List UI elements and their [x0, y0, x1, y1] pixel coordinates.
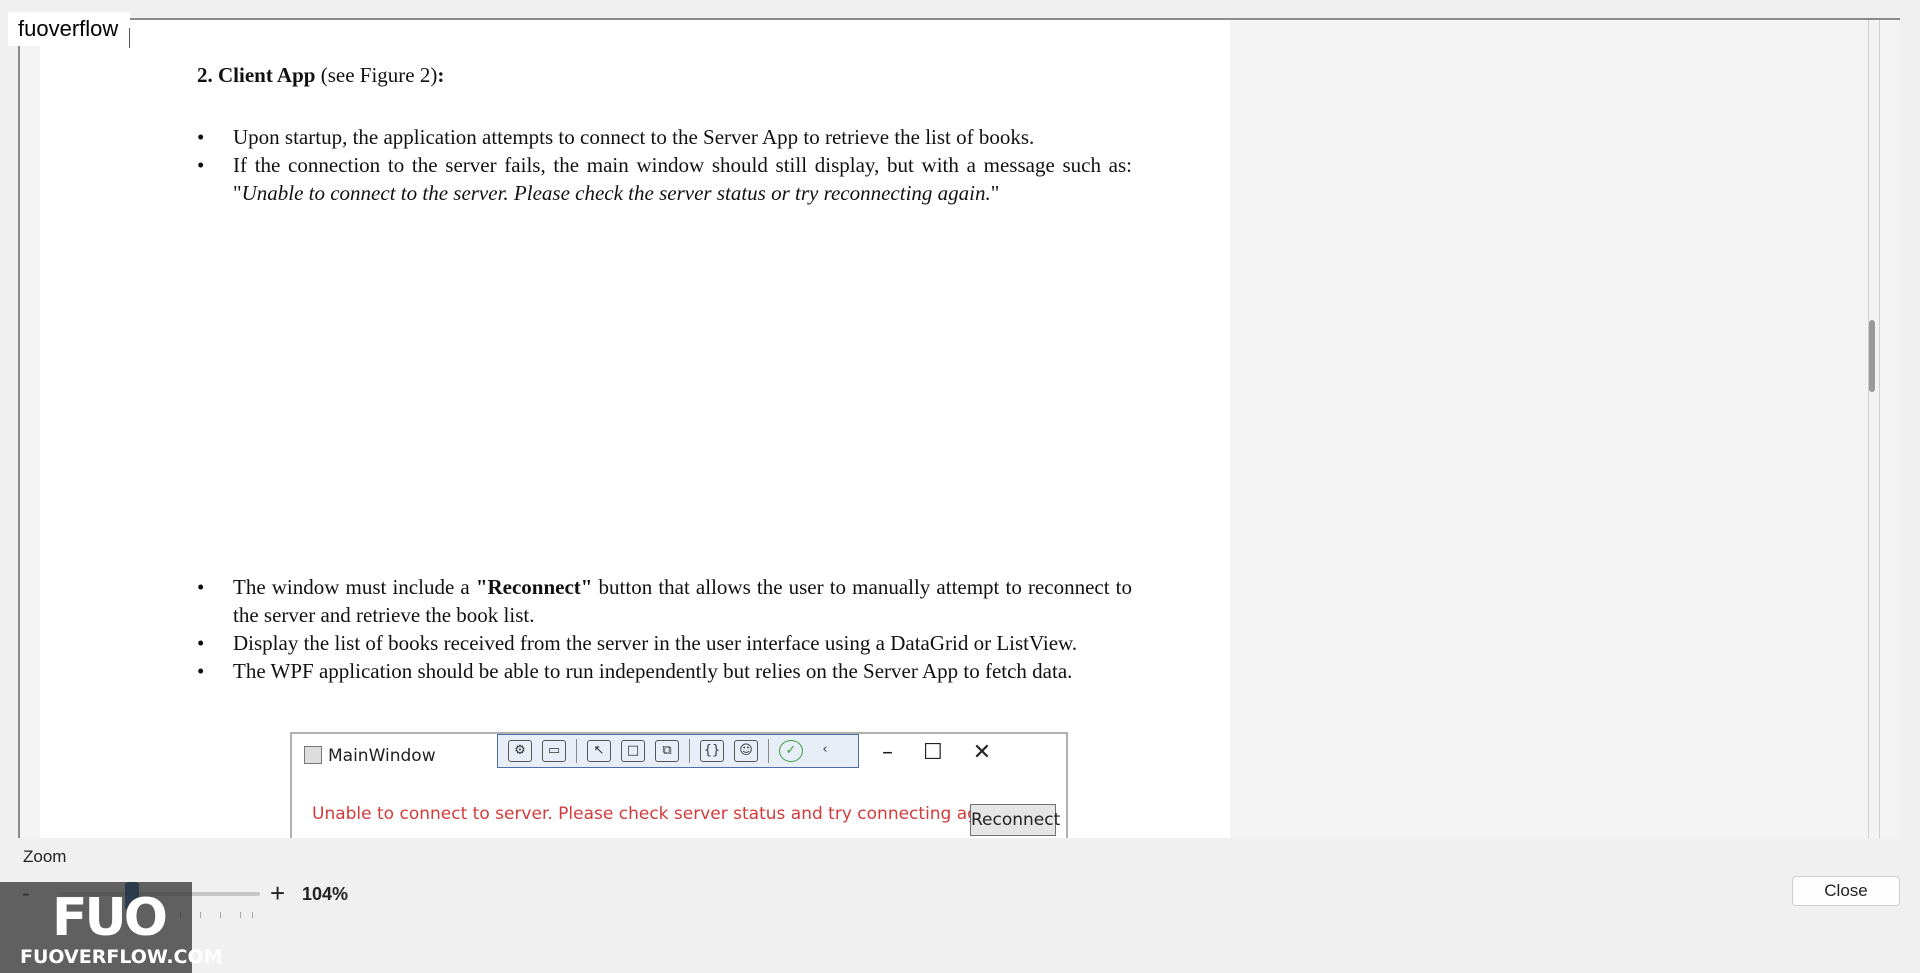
vertical-scrollbar[interactable]	[1868, 20, 1880, 838]
bullet-item: Display the list of books received from …	[197, 629, 1132, 657]
layout-adorner-icon: □	[621, 740, 645, 762]
section-heading: 2. Client App (see Figure 2):	[197, 63, 444, 88]
close-button[interactable]: Close	[1792, 876, 1900, 906]
bullet-item: The window must include a "Reconnect" bu…	[197, 573, 1132, 629]
binding-icon: {}	[700, 740, 724, 762]
watermark-logo: FUO FUOVERFLOW.COM	[0, 882, 223, 973]
window-controls: – ☐ ✕	[882, 740, 991, 765]
scrollbar-thumb[interactable]	[1869, 320, 1875, 392]
bullet-item: The WPF application should be able to ru…	[197, 657, 1132, 685]
select-element-icon: ↖	[587, 740, 611, 762]
watermark-logo-mark: FUO	[52, 888, 168, 948]
zoom-in-button[interactable]: +	[270, 878, 285, 909]
bullet-item: If the connection to the server fails, t…	[197, 151, 1132, 207]
toolbar-separator	[689, 739, 690, 763]
bullet-list-top: Upon startup, the application attempts t…	[197, 123, 1132, 207]
check-icon: ✓	[779, 740, 803, 762]
chevron-left-icon: ‹	[822, 742, 828, 757]
track-focus-icon: ⧉	[655, 740, 679, 762]
bullet-list-bottom: The window must include a "Reconnect" bu…	[197, 573, 1132, 685]
slider-tick	[252, 912, 253, 918]
window-app-icon	[304, 746, 322, 764]
minimize-icon: –	[882, 740, 893, 765]
error-message: Unable to connect to server. Please chec…	[312, 804, 1010, 824]
slider-tick	[240, 912, 241, 918]
document-viewer[interactable]: 2. Client App (see Figure 2): Upon start…	[18, 18, 1900, 838]
maximize-icon: ☐	[923, 740, 943, 765]
heading-rest: (see Figure 2)	[315, 63, 438, 87]
close-icon: ✕	[972, 740, 992, 765]
reconnect-button: Reconnect	[970, 804, 1060, 836]
toolbar-separator	[768, 739, 769, 763]
toolbar-separator	[576, 739, 577, 763]
bullet-item: Upon startup, the application attempts t…	[197, 123, 1132, 151]
slider-tick	[200, 912, 201, 918]
debug-toolbar: ⚙ ▭ ↖ □ ⧉ {} ☺ ✓ ‹	[497, 734, 859, 768]
heading-colon: :	[437, 63, 445, 87]
window-title: MainWindow	[328, 746, 436, 766]
video-icon: ▭	[542, 740, 566, 762]
pdf-page: 2. Client App (see Figure 2): Upon start…	[40, 20, 1230, 838]
zoom-label: Zoom	[23, 847, 67, 866]
watermark-text: FUOVERFLOW.COM	[20, 946, 223, 968]
accessibility-icon: ☺	[734, 740, 758, 762]
app-tab-label: fuoverflow	[8, 12, 131, 48]
heading-bold: 2. Client App	[197, 63, 316, 87]
zoom-value: 104%	[302, 884, 349, 904]
figure-mainwindow: MainWindow ⚙ ▭ ↖ □ ⧉ {} ☺ ✓ ‹ – ☐ ✕ Unab…	[290, 732, 1068, 838]
live-tree-icon: ⚙	[508, 740, 532, 762]
slider-tick	[220, 912, 221, 918]
